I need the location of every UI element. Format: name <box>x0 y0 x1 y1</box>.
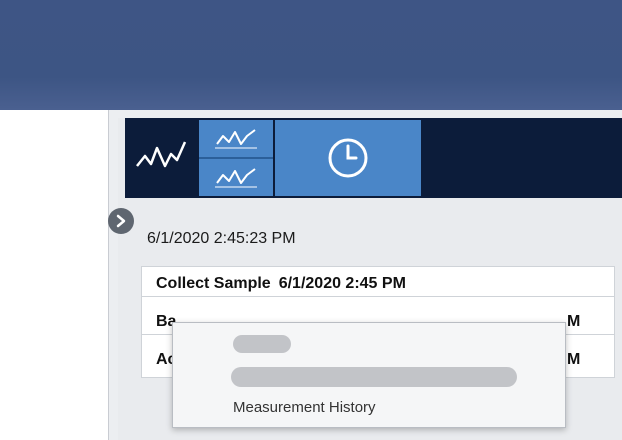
clock-icon <box>328 138 368 178</box>
loading-placeholder <box>231 367 517 387</box>
panel-timestamp: 6/1/2020 2:45:23 PM <box>147 230 296 247</box>
app-header-bar <box>0 0 622 110</box>
trend-view-button[interactable] <box>127 120 197 196</box>
line-chart-icon <box>215 128 257 148</box>
split-trend-bottom <box>199 159 273 196</box>
history-button[interactable] <box>275 120 421 196</box>
context-menu: Measurement History <box>172 322 566 428</box>
loading-placeholder <box>233 335 291 353</box>
line-chart-icon <box>215 167 257 187</box>
event-time: M <box>567 351 581 368</box>
split-trend-view-button[interactable] <box>199 120 273 196</box>
measurement-history-item[interactable]: Measurement History <box>233 399 376 416</box>
chevron-right-icon <box>116 214 126 228</box>
split-trend-top <box>199 120 273 159</box>
list-item[interactable]: Collect Sample 6/1/2020 2:45 PM <box>142 267 614 297</box>
event-label: Collect Sample <box>156 275 271 292</box>
event-time: M <box>567 313 581 330</box>
expand-panel-button[interactable] <box>108 208 134 234</box>
line-chart-icon <box>136 141 187 168</box>
event-time: 6/1/2020 2:45 PM <box>278 275 406 292</box>
left-pane <box>0 110 109 440</box>
